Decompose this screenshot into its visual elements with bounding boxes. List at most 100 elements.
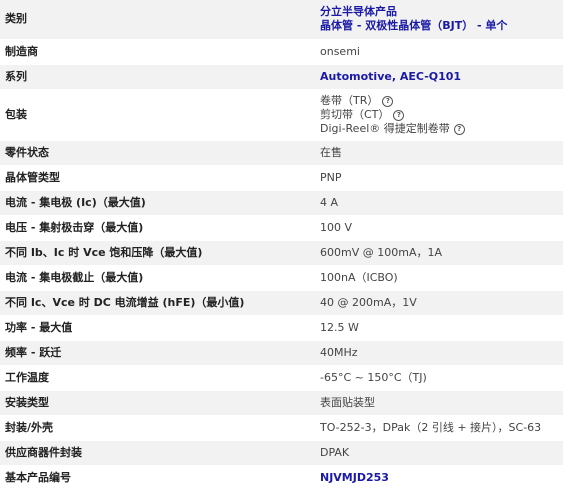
attribute-value-line: 4 A	[320, 196, 563, 210]
attribute-label: 电流 - 集电极截止（最大值)	[0, 265, 314, 291]
attribute-label: 功率 - 最大值	[0, 315, 314, 341]
attribute-row: 零件状态 在售	[0, 140, 563, 166]
attribute-value: 分立半导体产品 晶体管 - 双极性晶体管（BJT） - 单个	[314, 0, 563, 40]
attribute-value: 表面贴装型	[314, 390, 563, 416]
attribute-value-text: 卷带（TR）	[320, 93, 379, 107]
attribute-value-line: 100nA（ICBO)	[320, 271, 563, 285]
attribute-label: 电压 - 集射极击穿（最大值)	[0, 215, 314, 241]
attribute-value: Automotive, AEC-Q101	[314, 64, 563, 90]
attribute-value-line: 剪切带（CT）?	[320, 108, 563, 122]
attribute-value: 40MHz	[314, 340, 563, 366]
attribute-value-text: onsemi	[320, 44, 360, 58]
attribute-value-text: 40 @ 200mA，1V	[320, 295, 417, 309]
attribute-value: NJVMJD253	[314, 465, 563, 491]
attribute-label: 不同 Ib、Ic 时 Vce 饱和压降（最大值)	[0, 240, 314, 266]
attribute-label: 不同 Ic、Vce 时 DC 电流增益 (hFE)（最小值)	[0, 290, 314, 316]
attribute-row: 功率 - 最大值 12.5 W	[0, 315, 563, 341]
attribute-row: 晶体管类型 PNP	[0, 165, 563, 191]
attribute-value-line: -65°C ~ 150°C（TJ)	[320, 371, 563, 385]
attribute-value: 卷带（TR）? 剪切带（CT）? Digi-Reel® 得捷定制卷带?	[314, 89, 563, 141]
attribute-label: 基本产品编号	[0, 465, 314, 491]
attribute-value: DPAK	[314, 440, 563, 466]
attribute-value-line: 12.5 W	[320, 321, 563, 335]
attribute-value-text: DPAK	[320, 445, 350, 459]
attribute-row: 封装/外壳 TO-252-3，DPak（2 引线 + 接片），SC-63	[0, 415, 563, 441]
attribute-row: 包装 卷带（TR）? 剪切带（CT）? Digi-Reel® 得捷定制卷带?	[0, 89, 563, 141]
attribute-value-line: Digi-Reel® 得捷定制卷带?	[320, 122, 563, 136]
attribute-value: 100nA（ICBO)	[314, 265, 563, 291]
attribute-row: 不同 Ic、Vce 时 DC 电流增益 (hFE)（最小值) 40 @ 200mA…	[0, 290, 563, 316]
attribute-value-text: -65°C ~ 150°C（TJ)	[320, 370, 427, 384]
attribute-value-text: 表面贴装型	[320, 395, 375, 409]
attribute-value-line: 晶体管 - 双极性晶体管（BJT） - 单个	[320, 19, 563, 33]
attribute-row: 电流 - 集电极截止（最大值) 100nA（ICBO)	[0, 265, 563, 291]
attribute-value: PNP	[314, 165, 563, 191]
attribute-label: 系列	[0, 64, 314, 90]
attribute-label: 频率 - 跃迁	[0, 340, 314, 366]
attribute-value-text: 在售	[320, 145, 342, 159]
attribute-value-line: PNP	[320, 171, 563, 185]
attribute-row: 不同 Ib、Ic 时 Vce 饱和压降（最大值) 600mV @ 100mA，1A	[0, 240, 563, 266]
attribute-value-text: 4 A	[320, 195, 339, 209]
attribute-value-link[interactable]: 分立半导体产品	[320, 5, 397, 18]
attribute-value: -65°C ~ 150°C（TJ)	[314, 365, 563, 391]
attribute-value: 40 @ 200mA，1V	[314, 290, 563, 316]
attribute-value-line: 600mV @ 100mA，1A	[320, 246, 563, 260]
attribute-value-text: 100 V	[320, 220, 353, 234]
attribute-value-link[interactable]: 晶体管 - 双极性晶体管（BJT） - 单个	[320, 19, 507, 32]
help-circle-icon[interactable]: ?	[393, 109, 405, 121]
help-circle-icon[interactable]: ?	[453, 123, 465, 135]
attribute-row: 工作温度 -65°C ~ 150°C（TJ)	[0, 365, 563, 391]
attribute-value: onsemi	[314, 39, 563, 65]
attribute-row: 系列 Automotive, AEC-Q101	[0, 64, 563, 90]
attribute-value-text: 600mV @ 100mA，1A	[320, 245, 442, 259]
attribute-value-text: 12.5 W	[320, 320, 359, 334]
attribute-value: TO-252-3，DPak（2 引线 + 接片），SC-63	[314, 415, 563, 441]
help-circle-icon[interactable]: ?	[382, 95, 394, 107]
attribute-value-text: PNP	[320, 170, 342, 184]
attribute-label: 安装类型	[0, 390, 314, 416]
attribute-label: 工作温度	[0, 365, 314, 391]
attribute-label: 封装/外壳	[0, 415, 314, 441]
attribute-label: 类别	[0, 0, 314, 40]
attribute-label: 晶体管类型	[0, 165, 314, 191]
attribute-label: 供应商器件封装	[0, 440, 314, 466]
attribute-value-line: 卷带（TR）?	[320, 94, 563, 108]
attribute-value-line: 表面贴装型	[320, 396, 563, 410]
attribute-row: 电流 - 集电极 (Ic)（最大值) 4 A	[0, 190, 563, 216]
attribute-value-text: TO-252-3，DPak（2 引线 + 接片），SC-63	[320, 420, 542, 434]
attribute-row: 制造商 onsemi	[0, 39, 563, 65]
attribute-label: 包装	[0, 89, 314, 141]
attribute-value: 在售	[314, 140, 563, 166]
attribute-value-line: onsemi	[320, 45, 563, 59]
attribute-row: 安装类型 表面贴装型	[0, 390, 563, 416]
product-attributes-table: 类别 分立半导体产品 晶体管 - 双极性晶体管（BJT） - 单个 制造商 onsemi…	[0, 0, 563, 491]
attribute-value-text: 剪切带（CT）	[320, 107, 390, 121]
attribute-row: 频率 - 跃迁 40MHz	[0, 340, 563, 366]
attribute-row: 基本产品编号 NJVMJD253	[0, 465, 563, 491]
attribute-value: 600mV @ 100mA，1A	[314, 240, 563, 266]
attribute-value-line: 40 @ 200mA，1V	[320, 296, 563, 310]
attribute-row: 电压 - 集射极击穿（最大值) 100 V	[0, 215, 563, 241]
attribute-value-text: Digi-Reel® 得捷定制卷带	[320, 121, 450, 135]
attribute-value: 12.5 W	[314, 315, 563, 341]
attribute-label: 电流 - 集电极 (Ic)（最大值)	[0, 190, 314, 216]
attribute-value-link[interactable]: Automotive, AEC-Q101	[320, 70, 461, 83]
attribute-value-text: 40MHz	[320, 345, 358, 359]
attribute-value-line: 在售	[320, 146, 563, 160]
attribute-value: 100 V	[314, 215, 563, 241]
attribute-value-line: TO-252-3，DPak（2 引线 + 接片），SC-63	[320, 421, 563, 435]
attribute-label: 制造商	[0, 39, 314, 65]
attribute-row: 供应商器件封装 DPAK	[0, 440, 563, 466]
attribute-value-line: 40MHz	[320, 346, 563, 360]
attribute-label: 零件状态	[0, 140, 314, 166]
attribute-value-line: 100 V	[320, 221, 563, 235]
attribute-value-line: Automotive, AEC-Q101	[320, 70, 563, 84]
attribute-value: 4 A	[314, 190, 563, 216]
attribute-value-link[interactable]: NJVMJD253	[320, 471, 389, 484]
attribute-value-text: 100nA（ICBO)	[320, 270, 398, 284]
attribute-value-line: DPAK	[320, 446, 563, 460]
attribute-value-line: NJVMJD253	[320, 471, 563, 485]
attribute-value-line: 分立半导体产品	[320, 5, 563, 19]
attribute-row: 类别 分立半导体产品 晶体管 - 双极性晶体管（BJT） - 单个	[0, 0, 563, 40]
